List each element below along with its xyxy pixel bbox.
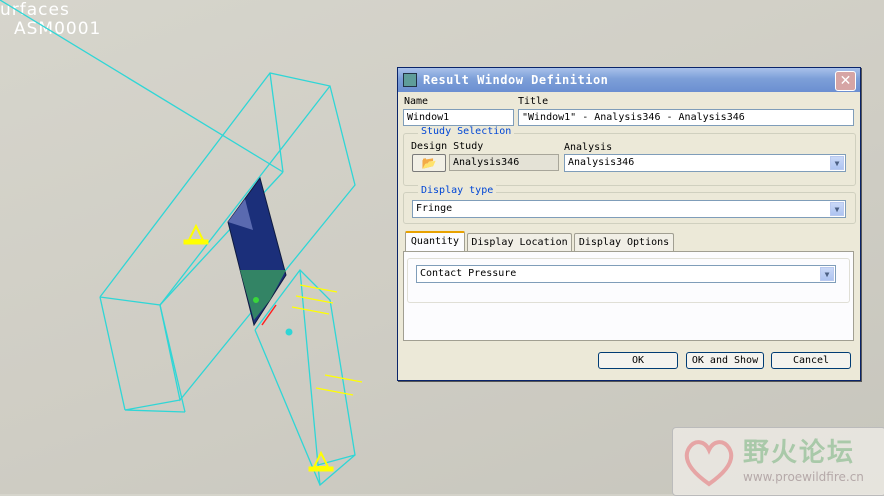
name-label: Name	[404, 96, 429, 107]
design-study-label: Design Study	[411, 141, 484, 152]
close-button[interactable]: ✕	[835, 71, 856, 91]
analysis-label: Analysis	[564, 142, 613, 153]
tab-display-options[interactable]: Display Options	[574, 233, 674, 251]
site-watermark: 野火论坛 www.proewildfire.cn	[672, 427, 884, 496]
dialog-title: Result Window Definition	[423, 73, 609, 87]
tab-display-location[interactable]: Display Location	[467, 233, 572, 251]
display-type-title: Display type	[418, 185, 497, 196]
study-selection-title: Study Selection	[418, 126, 515, 137]
cancel-button[interactable]: Cancel	[771, 352, 851, 369]
analysis-select[interactable]: Analysis346 ▼	[564, 154, 846, 172]
name-field[interactable]: Window1	[403, 109, 514, 126]
heart-logo-icon	[684, 440, 734, 487]
chevron-down-icon[interactable]: ▼	[830, 202, 844, 216]
display-type-value: Fringe	[416, 203, 453, 214]
open-folder-button[interactable]: 📂	[412, 154, 446, 172]
title-field[interactable]: "Window1" - Analysis346 - Analysis346	[518, 109, 854, 126]
ok-and-show-button[interactable]: OK and Show	[686, 352, 764, 369]
watermark-url: www.proewildfire.cn	[743, 470, 864, 484]
quantity-select[interactable]: Contact Pressure ▼	[416, 265, 836, 283]
display-type-select[interactable]: Fringe ▼	[412, 200, 846, 218]
ok-button[interactable]: OK	[598, 352, 678, 369]
analysis-select-value: Analysis346	[568, 157, 635, 168]
result-window-dialog: Result Window Definition ✕ Name Window1 …	[397, 67, 861, 381]
window-app-icon	[403, 73, 417, 87]
tab-quantity[interactable]: Quantity	[405, 231, 465, 251]
quantity-tab-panel: Contact Pressure ▼	[403, 251, 854, 341]
dialog-titlebar[interactable]: Result Window Definition ✕	[398, 68, 860, 92]
folder-open-icon: 📂	[421, 156, 437, 170]
design-study-field: Analysis346	[449, 154, 559, 171]
quantity-value: Contact Pressure	[420, 268, 517, 279]
chevron-down-icon[interactable]: ▼	[820, 267, 834, 281]
watermark-title: 野火论坛	[743, 438, 856, 468]
chevron-down-icon[interactable]: ▼	[830, 156, 844, 170]
title-label: Title	[518, 96, 549, 107]
